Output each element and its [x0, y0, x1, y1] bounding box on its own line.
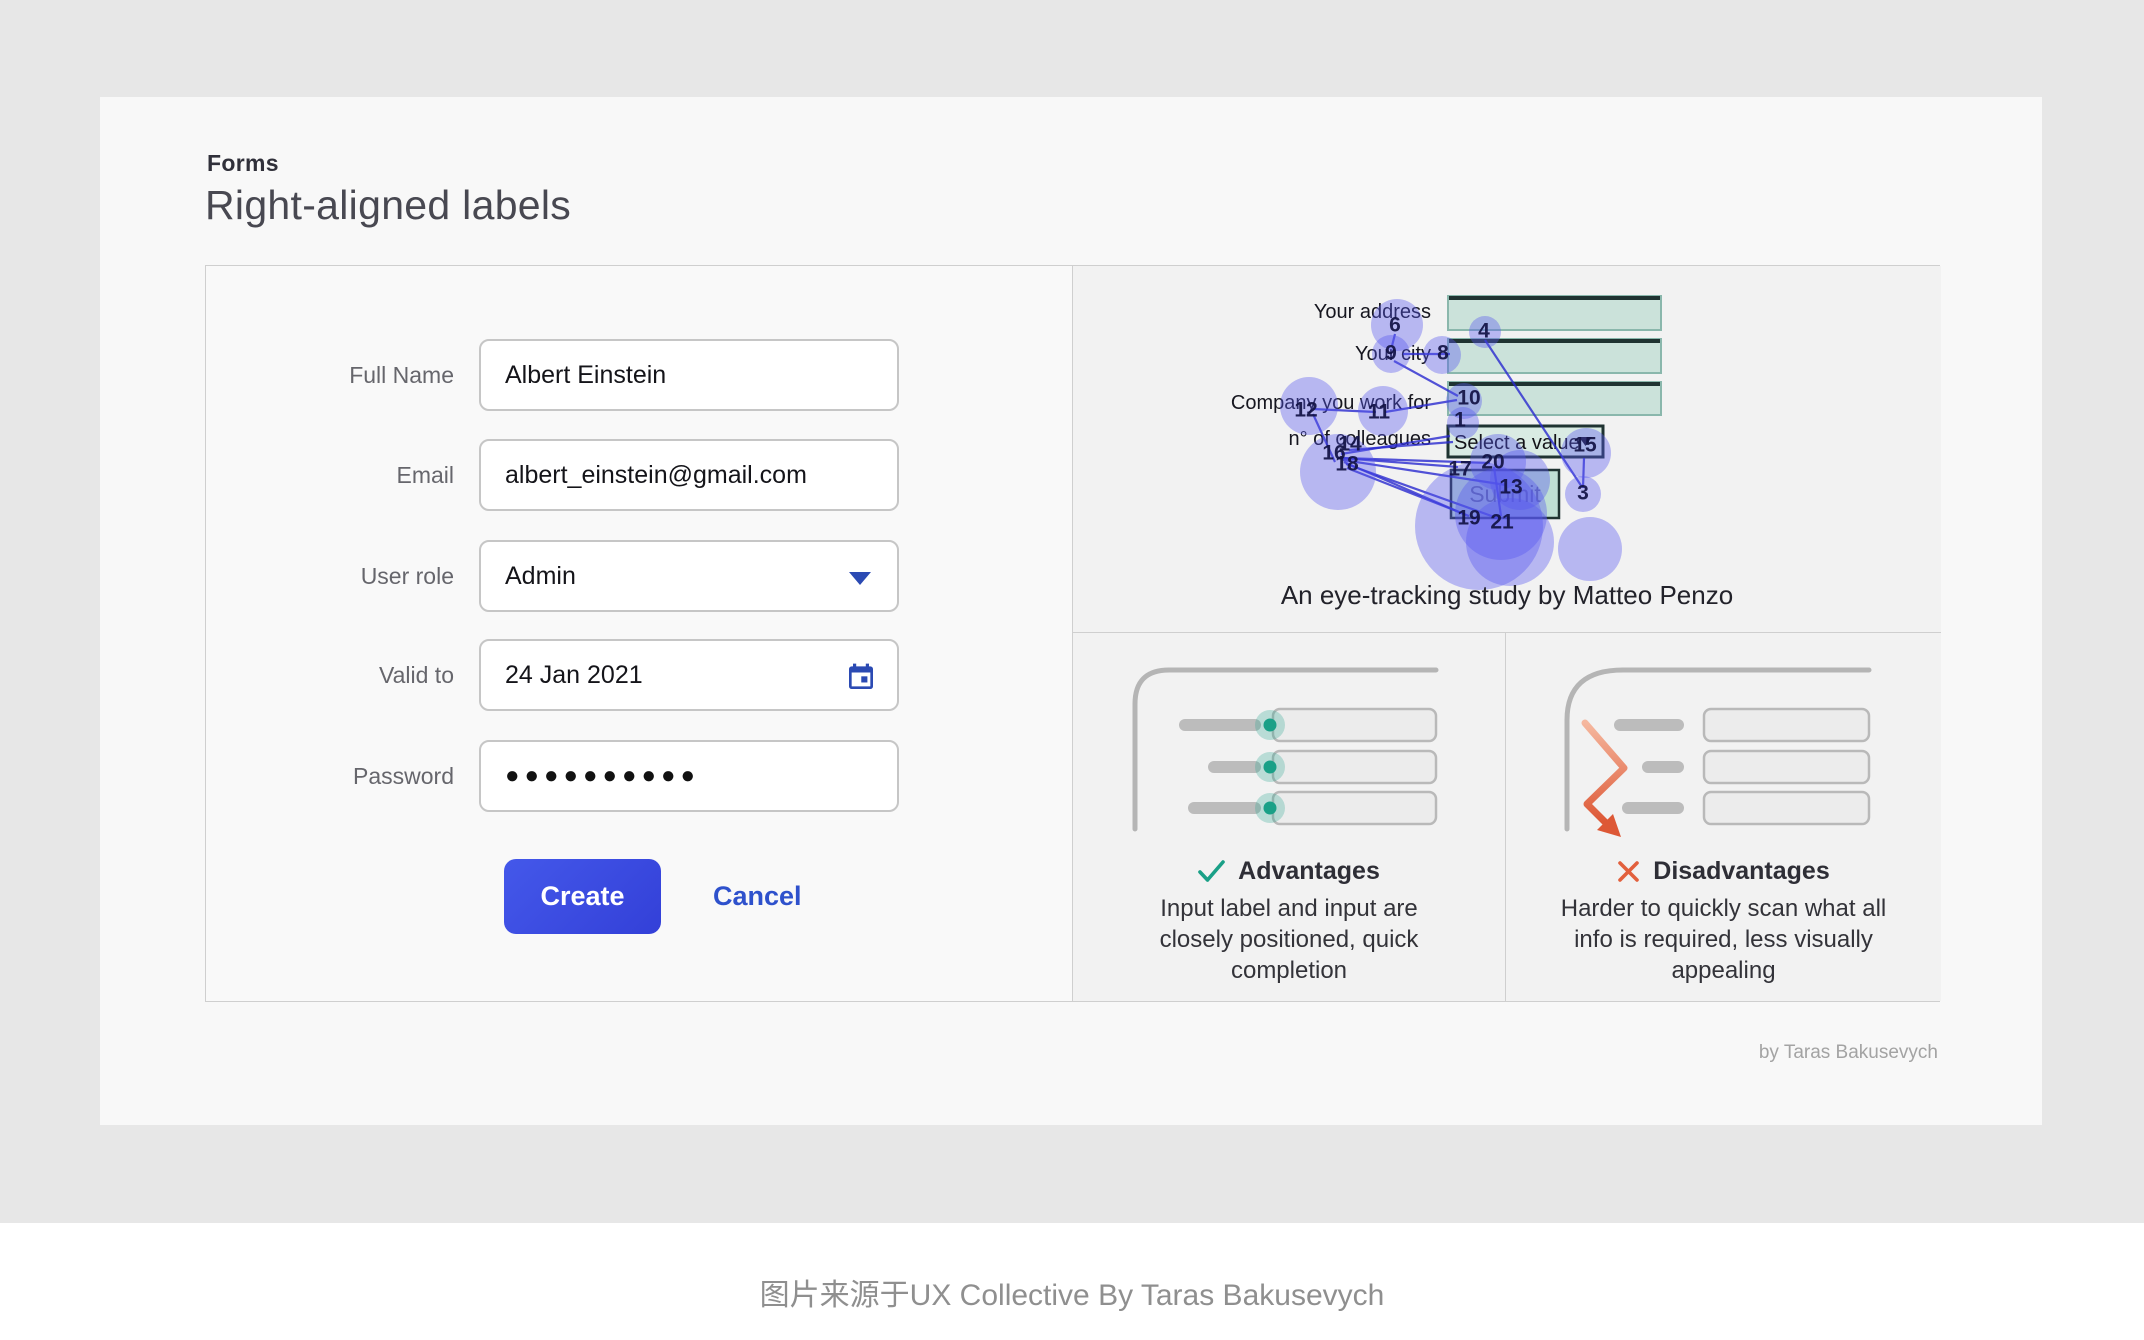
create-button[interactable]: Create	[504, 859, 661, 934]
svg-text:18: 18	[1335, 453, 1359, 476]
disadvantages-panel: Disadvantages Harder to quickly scan wha…	[1506, 633, 1941, 1001]
advantages-title: Advantages	[1238, 857, 1380, 886]
email-value: albert_einstein@gmail.com	[505, 461, 807, 490]
x-icon	[1617, 860, 1640, 883]
user-role-label: User role	[206, 563, 479, 590]
screen: Forms Right-aligned labels Full Name Alb…	[0, 0, 2144, 1340]
advantages-text: Input label and input are closely positi…	[1134, 893, 1444, 986]
svg-text:11: 11	[1368, 401, 1391, 424]
user-role-value: Admin	[505, 562, 576, 591]
svg-text:6: 6	[1389, 314, 1401, 337]
svg-text:20: 20	[1481, 451, 1504, 474]
password-field[interactable]: ●●●●●●●●●●	[479, 740, 899, 812]
svg-text:21: 21	[1490, 511, 1514, 534]
chevron-down-icon[interactable]	[849, 572, 871, 585]
password-label: Password	[206, 763, 479, 790]
article-card: Forms Right-aligned labels Full Name Alb…	[100, 97, 2042, 1125]
section-kicker: Forms	[207, 150, 279, 177]
field-row-password: Password ●●●●●●●●●●	[206, 740, 946, 812]
content-panels: Full Name Albert Einstein Email albert_e…	[205, 265, 1940, 1002]
advantages-panel: Advantages Input label and input are clo…	[1073, 633, 1506, 1001]
author-credit: by Taras Bakusevych	[1759, 1042, 1938, 1064]
valid-to-value: 24 Jan 2021	[505, 661, 643, 690]
eye-tracking-diagram: Your addressYour cityCompany you work fo…	[1073, 266, 1940, 632]
study-caption: An eye-tracking study by Matteo Penzo	[1073, 580, 1941, 611]
valid-to-label: Valid to	[206, 662, 479, 689]
form-actions: Create Cancel	[504, 859, 802, 934]
eye-tracking-panel: Your addressYour cityCompany you work fo…	[1073, 266, 1941, 633]
advantages-illustration	[1073, 633, 1505, 863]
svg-text:9: 9	[1385, 342, 1397, 365]
field-row-full-name: Full Name Albert Einstein	[206, 339, 946, 411]
svg-text:17: 17	[1448, 458, 1471, 481]
email-field[interactable]: albert_einstein@gmail.com	[479, 439, 899, 511]
svg-text:13: 13	[1499, 476, 1522, 499]
footer-caption: 图片来源于UX Collective By Taras Bakusevych	[0, 1270, 2144, 1314]
svg-text:4: 4	[1478, 320, 1490, 343]
svg-text:3: 3	[1577, 482, 1589, 505]
check-icon	[1198, 860, 1225, 883]
disadvantages-title: Disadvantages	[1653, 857, 1829, 886]
disadvantages-illustration	[1506, 633, 1938, 863]
field-row-user-role: User role Admin	[206, 540, 946, 612]
password-value: ●●●●●●●●●●	[505, 762, 700, 790]
svg-text:12: 12	[1294, 399, 1317, 422]
svg-text:8: 8	[1437, 342, 1449, 365]
svg-text:10: 10	[1457, 387, 1480, 410]
disadvantages-text: Harder to quickly scan what all info is …	[1549, 893, 1899, 986]
svg-text:1: 1	[1454, 409, 1466, 432]
advantages-heading: Advantages	[1073, 857, 1505, 886]
svg-text:19: 19	[1457, 507, 1480, 530]
cancel-link[interactable]: Cancel	[713, 881, 802, 912]
field-row-valid-to: Valid to 24 Jan 2021	[206, 639, 946, 711]
calendar-icon[interactable]	[845, 661, 877, 698]
full-name-input[interactable]: Albert Einstein	[479, 339, 899, 411]
full-name-label: Full Name	[206, 362, 479, 389]
full-name-value: Albert Einstein	[505, 361, 666, 390]
valid-to-date-field[interactable]: 24 Jan 2021	[479, 639, 899, 711]
disadvantages-heading: Disadvantages	[1506, 857, 1941, 886]
svg-text:15: 15	[1573, 434, 1597, 457]
page-title: Right-aligned labels	[205, 182, 571, 229]
user-role-select[interactable]: Admin	[479, 540, 899, 612]
form-panel: Full Name Albert Einstein Email albert_e…	[206, 266, 1073, 1001]
email-label: Email	[206, 462, 479, 489]
field-row-email: Email albert_einstein@gmail.com	[206, 439, 946, 511]
